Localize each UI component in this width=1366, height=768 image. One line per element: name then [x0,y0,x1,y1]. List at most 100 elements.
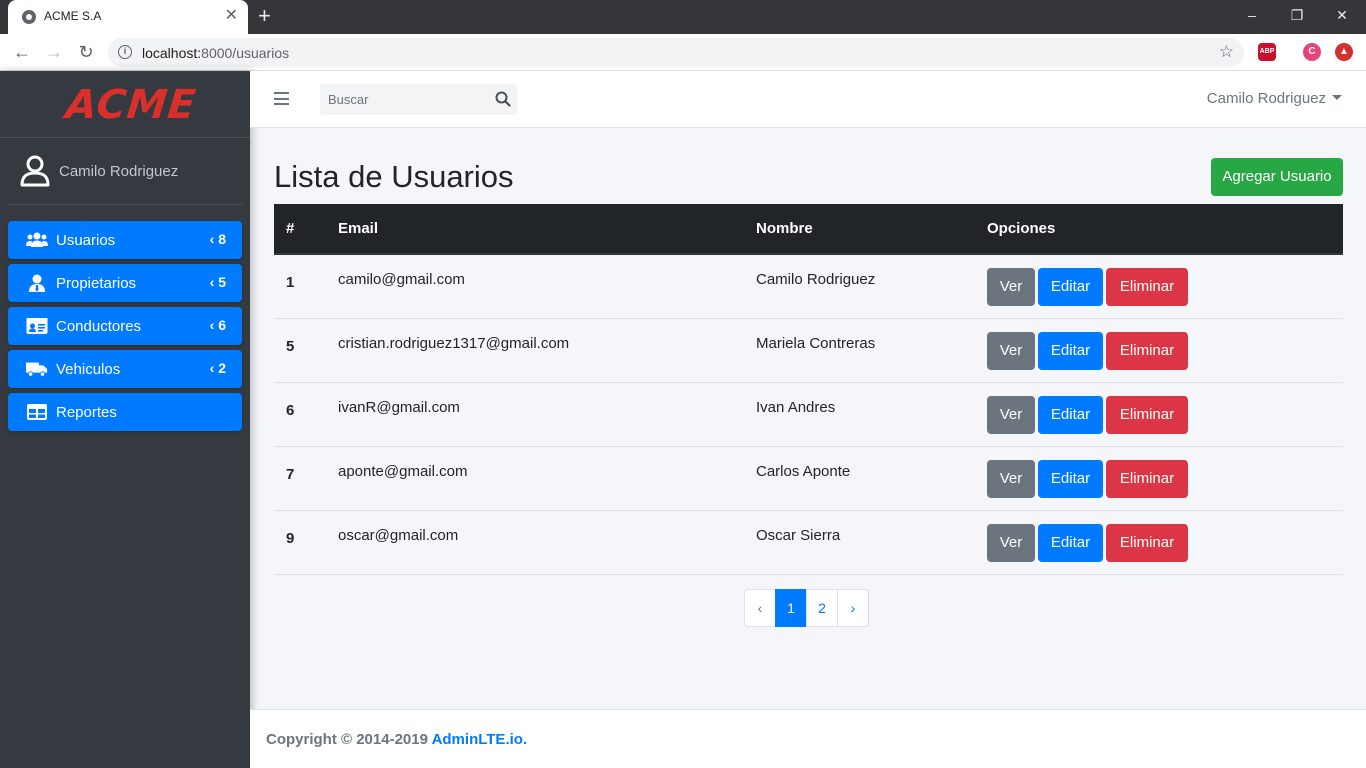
user-panel: Camilo Rodriguez [8,138,242,205]
column-header-email: Email [326,204,744,255]
row-id: 1 [274,254,326,319]
row-options: Ver Editar Eliminar [975,446,1343,511]
users-table: # Email Nombre Opciones 1 camilo@gmail.c… [274,204,1343,575]
row-name: Camilo Rodriguez [744,254,975,319]
id-card-icon [26,318,48,334]
view-button[interactable]: Ver [987,268,1035,306]
browser-tab-strip: ACME S.A ✕ + – ❐ ✕ [0,0,1366,34]
reload-icon[interactable]: ↻ [76,42,96,62]
navbar-user-name: Camilo Rodriguez [1206,90,1326,107]
table-row: 7 aponte@gmail.com Carlos Aponte Ver Edit… [274,446,1343,511]
sidebar-item-conductores[interactable]: Conductores ‹ 6 [8,307,242,345]
edit-button[interactable]: Editar [1038,331,1103,370]
row-options: Ver Editar Eliminar [975,382,1343,447]
row-email: oscar@gmail.com [326,510,744,575]
row-name: Mariela Contreras [744,318,975,383]
delete-button[interactable]: Eliminar [1106,523,1188,562]
sidebar: ACME Camilo Rodriguez Usuarios ‹ 8 Propi… [0,71,250,768]
row-id: 7 [274,446,326,511]
delete-button[interactable]: Eliminar [1106,331,1188,370]
restore-icon[interactable]: ❐ [1277,4,1317,26]
main-content: Lista de Usuarios Agregar Usuario # Emai… [250,128,1366,709]
view-button[interactable]: Ver [987,331,1035,370]
column-header-options: Opciones [975,204,1343,255]
pagination-page-2[interactable]: 2 [806,589,838,627]
table-row: 9 oscar@gmail.com Oscar Sierra Ver Editar… [274,510,1343,575]
row-options: Ver Editar Eliminar [975,254,1343,319]
user-dropdown[interactable]: Camilo Rodriguez [1207,90,1342,107]
column-header-name: Nombre [744,204,975,255]
table-row: 1 camilo@gmail.com Camilo Rodriguez Ver E… [274,254,1343,319]
sidebar-item-reportes[interactable]: Reportes [8,393,242,431]
delete-button[interactable]: Eliminar [1106,268,1188,306]
bookmark-star-icon[interactable]: ☆ [1219,42,1234,62]
browser-tab[interactable]: ACME S.A ✕ [8,0,248,34]
view-button[interactable]: Ver [987,395,1035,434]
address-bar[interactable]: i localhost:8000/usuarios ☆ [108,38,1244,67]
top-navbar: Camilo Rodriguez [250,71,1366,128]
caret-down-icon [1332,95,1342,100]
sidebar-item-vehiculos[interactable]: Vehiculos ‹ 2 [8,350,242,388]
pagination-page-1[interactable]: 1 [775,589,807,627]
row-name: Ivan Andres [744,382,975,447]
row-id: 6 [274,382,326,447]
edit-button[interactable]: Editar [1038,523,1103,562]
sidebar-item-count: ‹ 2 [209,360,226,376]
new-tab-button[interactable]: + [258,4,271,28]
add-user-button[interactable]: Agregar Usuario [1211,158,1343,196]
footer-link[interactable]: AdminLTE.io. [432,731,528,748]
column-header-id: # [274,204,326,255]
sidebar-item-propietarios[interactable]: Propietarios ‹ 5 [8,264,242,302]
extension-icon[interactable]: ▲ [1335,43,1353,61]
edit-button[interactable]: Editar [1038,395,1103,434]
pagination: ‹ 1 2 › [744,589,869,627]
pagination-prev[interactable]: ‹ [744,589,776,627]
sidebar-item-label: Usuarios [56,232,116,249]
window-close-icon[interactable]: ✕ [1322,4,1362,26]
row-email: cristian.rodriguez1317@gmail.com [326,318,744,383]
row-name: Carlos Aponte [744,446,975,511]
sidebar-item-count: ‹ 5 [209,274,226,290]
sidebar-user-name[interactable]: Camilo Rodriguez [59,163,178,180]
user-tie-icon [29,274,45,292]
row-options: Ver Editar Eliminar [975,510,1343,575]
brand[interactable]: ACME [0,71,250,138]
close-tab-icon[interactable]: ✕ [225,7,238,25]
sidebar-item-label: Propietarios [56,275,137,292]
back-arrow-icon[interactable]: ← [12,42,32,62]
pagination-next[interactable]: › [837,589,869,627]
row-email: ivanR@gmail.com [326,382,744,447]
truck-icon [26,362,48,377]
adblock-extension-icon[interactable]: ABP [1258,43,1276,61]
brand-logo: ACME [63,82,199,128]
tab-title: ACME S.A [44,9,102,23]
info-icon[interactable]: i [118,45,132,59]
row-email: camilo@gmail.com [326,254,744,319]
page-title: Lista de Usuarios [274,159,514,194]
delete-button[interactable]: Eliminar [1106,459,1188,498]
sidebar-item-usuarios[interactable]: Usuarios ‹ 8 [8,221,242,259]
edit-button[interactable]: Editar [1038,268,1103,306]
view-button[interactable]: Ver [987,459,1035,498]
row-id: 5 [274,318,326,383]
row-name: Oscar Sierra [744,510,975,575]
forward-arrow-icon[interactable]: → [44,42,64,62]
table-header-row: # Email Nombre Opciones [274,204,1343,255]
sidebar-item-count: ‹ 8 [209,231,226,247]
edit-button[interactable]: Editar [1038,459,1103,498]
minimize-icon[interactable]: – [1232,4,1272,26]
table-row: 5 cristian.rodriguez1317@gmail.com Marie… [274,318,1343,383]
footer-copyright: Copyright © 2014-2019 AdminLTE.io. [266,731,528,748]
row-options: Ver Editar Eliminar [975,318,1343,383]
search-input[interactable] [320,84,485,115]
menu-toggle-icon[interactable] [274,92,289,105]
table-row: 6 ivanR@gmail.com Ivan Andres Ver Editar E… [274,382,1343,447]
browser-toolbar: ← → ↻ i localhost:8000/usuarios ☆ ABP C … [0,34,1366,71]
row-email: aponte@gmail.com [326,446,744,511]
profile-avatar-icon[interactable]: C [1303,43,1321,61]
user-icon [20,155,50,187]
search-icon[interactable] [495,91,511,107]
delete-button[interactable]: Eliminar [1106,395,1188,434]
view-button[interactable]: Ver [987,523,1035,562]
sidebar-item-label: Conductores [56,318,142,335]
